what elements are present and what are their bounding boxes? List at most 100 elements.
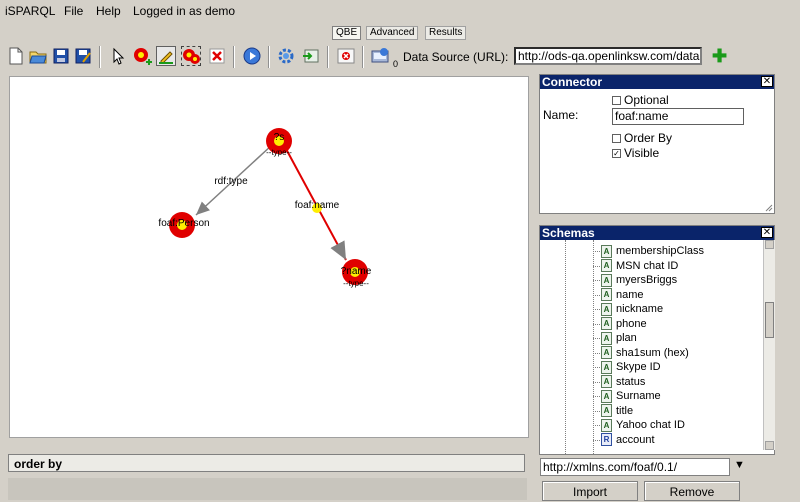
menu-file[interactable]: File (64, 4, 83, 18)
attribute-icon: A (601, 375, 612, 389)
optional-checkbox[interactable] (612, 96, 621, 106)
attribute-icon: A (601, 331, 612, 345)
schema-item[interactable]: A Yahoo chat ID (601, 418, 685, 432)
menu-help[interactable]: Help (96, 4, 121, 18)
schema-item[interactable]: Aphone (601, 317, 647, 331)
export-icon[interactable] (301, 46, 321, 66)
save-as-icon[interactable] (73, 46, 93, 66)
attribute-icon: A (601, 389, 612, 403)
error-icon[interactable] (336, 46, 356, 66)
attribute-icon: A (601, 317, 612, 331)
schema-item-label: sha1sum (hex) (616, 346, 689, 359)
data-source-input[interactable]: http://ods-qa.openlinksw.com/datas| (514, 47, 702, 65)
schema-item[interactable]: AmembershipClass (601, 244, 704, 258)
schema-item[interactable]: A MSN chat ID (601, 259, 678, 273)
node-name-type: --type-- (343, 279, 369, 288)
edge-rdf-type-label: rdf:type (214, 176, 248, 187)
data-source-label: Data Source (URL): (403, 50, 509, 64)
visible-label: Visible (624, 146, 660, 160)
schema-item-label: myersBriggs (616, 274, 678, 286)
schema-item[interactable]: Asha1sum (hex) (601, 346, 689, 360)
attribute-icon: A (601, 302, 612, 316)
schema-item-label: nickname (616, 303, 664, 315)
add-icon[interactable]: ✚ (712, 47, 727, 65)
schemas-scroll-thumb[interactable] (765, 302, 774, 338)
schemas-close-icon[interactable]: ✕ (761, 227, 773, 238)
resize-grip-icon[interactable] (765, 204, 773, 212)
schema-item-label: phone (616, 317, 647, 330)
attribute-icon: A (601, 360, 612, 374)
name-label: Name: (543, 108, 579, 122)
attribute-icon: A (601, 259, 612, 273)
open-folder-icon[interactable] (28, 46, 48, 66)
data-source-icon[interactable] (370, 46, 392, 66)
order-by-checkbox[interactable] (612, 134, 621, 144)
edit-icon[interactable] (156, 46, 176, 66)
schemas-title: Schemas (540, 226, 774, 240)
resource-icon: R (601, 433, 612, 447)
pointer-icon[interactable] (108, 46, 128, 66)
schema-item[interactable]: Astatus (601, 375, 645, 389)
attribute-icon: A (601, 273, 612, 287)
attribute-icon: A (601, 418, 612, 432)
node-s-type: --type-- (266, 148, 292, 157)
node-s-label: ?s (274, 132, 285, 143)
schema-item-label: Yahoo chat ID (616, 419, 685, 431)
visible-checkbox[interactable]: ✓ (612, 149, 621, 159)
settings-icon[interactable] (276, 46, 296, 66)
schema-item[interactable]: A Skype ID (601, 360, 661, 374)
connector-name-input[interactable]: foaf:name (612, 108, 744, 125)
remove-button[interactable]: Remove (644, 481, 740, 501)
query-canvas[interactable]: ?s --type-- foaf:Person ?name --type-- r… (9, 76, 529, 438)
app-title: iSPARQL (5, 4, 56, 18)
optional-checkbox-row[interactable]: Optional (612, 93, 669, 107)
schema-item[interactable]: AmyersBriggs (601, 273, 677, 287)
schema-item-label: Surname (616, 390, 661, 402)
tab-results[interactable]: Results (425, 26, 467, 40)
attribute-icon: A (601, 244, 612, 258)
connector-panel: Connector ✕ Optional Name: foaf:name Ord… (539, 74, 775, 214)
query-graph[interactable]: ?s --type-- foaf:Person ?name --type-- r… (10, 77, 528, 437)
schema-item-label: account (616, 433, 655, 446)
schema-item-label: name (616, 288, 644, 301)
schema-item-label: title (616, 404, 634, 417)
select-nodes-icon[interactable] (181, 46, 201, 66)
schema-item[interactable]: Anickname (601, 302, 663, 316)
schema-item[interactable]: Atitle (601, 404, 633, 418)
connector-close-icon[interactable]: ✕ (761, 76, 773, 87)
bottom-strip (8, 478, 527, 500)
attribute-icon: A (601, 346, 612, 360)
schema-item-label: plan (616, 332, 637, 344)
attribute-icon: A (601, 404, 612, 418)
order-by-label: Order By (624, 131, 673, 145)
visible-checkbox-row[interactable]: ✓ Visible (612, 146, 659, 160)
schema-item[interactable]: Aname (601, 288, 644, 302)
schema-item[interactable]: A Surname (601, 389, 661, 403)
data-source-badge: 0 (393, 59, 399, 69)
tab-advanced[interactable]: Advanced (366, 26, 419, 40)
schema-item[interactable]: Raccount (601, 433, 655, 447)
order-by-bar[interactable]: order by (8, 454, 525, 472)
schema-item-label: status (616, 375, 646, 388)
add-node-icon[interactable] (132, 46, 152, 66)
save-icon[interactable] (51, 46, 71, 66)
schema-url-dropdown-icon[interactable]: ▼ (734, 459, 745, 471)
tab-qbe[interactable]: QBE (332, 26, 362, 40)
schemas-scrollbar[interactable] (763, 240, 775, 450)
order-by-checkbox-row[interactable]: Order By (612, 131, 672, 145)
run-icon[interactable] (242, 46, 262, 66)
node-name-label: ?name (341, 266, 372, 277)
menubar: iSPARQL File Help Logged in as demo (0, 0, 800, 22)
schema-item-label: Skype ID (616, 361, 661, 373)
attribute-icon: A (601, 288, 612, 302)
node-foaf-person-label: foaf:Person (158, 218, 209, 229)
connector-title: Connector (540, 75, 774, 89)
new-file-icon[interactable] (6, 46, 26, 66)
edge-foaf-name-label: foaf:name (295, 200, 340, 211)
optional-label: Optional (624, 93, 669, 107)
import-button[interactable]: Import (542, 481, 638, 501)
schema-item-label: MSN chat ID (616, 259, 679, 272)
delete-icon[interactable] (207, 46, 227, 66)
schema-url-input[interactable]: http://xmlns.com/foaf/0.1/ (540, 458, 730, 476)
schema-item[interactable]: Aplan (601, 331, 637, 345)
